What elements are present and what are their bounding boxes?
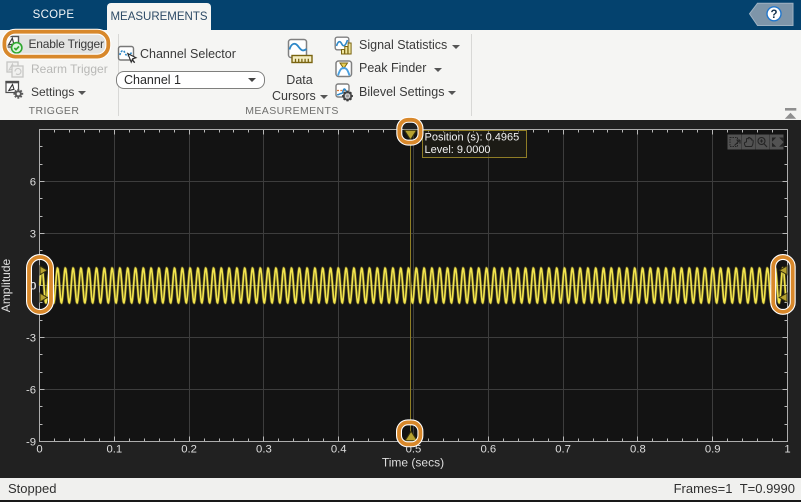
svg-text:0.9: 0.9 [705,444,721,456]
svg-text:0.5: 0.5 [406,444,422,456]
svg-text:0.7: 0.7 [555,444,571,456]
svg-text:Position (s): 0.4965: Position (s): 0.4965 [425,132,520,144]
svg-text:0: 0 [36,444,42,456]
svg-text:Level: 9.0000: Level: 9.0000 [425,144,491,156]
svg-text:0.2: 0.2 [181,444,197,456]
svg-text:6: 6 [30,177,36,189]
svg-text:3: 3 [30,229,36,241]
svg-text:-3: -3 [26,333,36,345]
svg-text:1: 1 [784,444,790,456]
svg-text:Time (secs): Time (secs) [382,456,444,470]
svg-text:0.3: 0.3 [256,444,272,456]
svg-text:0.8: 0.8 [630,444,646,456]
svg-text:?: ? [770,9,777,21]
svg-text:0.1: 0.1 [106,444,122,456]
svg-text:0.6: 0.6 [480,444,496,456]
svg-text:0: 0 [30,281,36,293]
svg-text:-6: -6 [26,385,36,397]
svg-text:Amplitude: Amplitude [0,259,13,313]
svg-text:0.4: 0.4 [331,444,347,456]
svg-text:-9: -9 [26,437,36,449]
